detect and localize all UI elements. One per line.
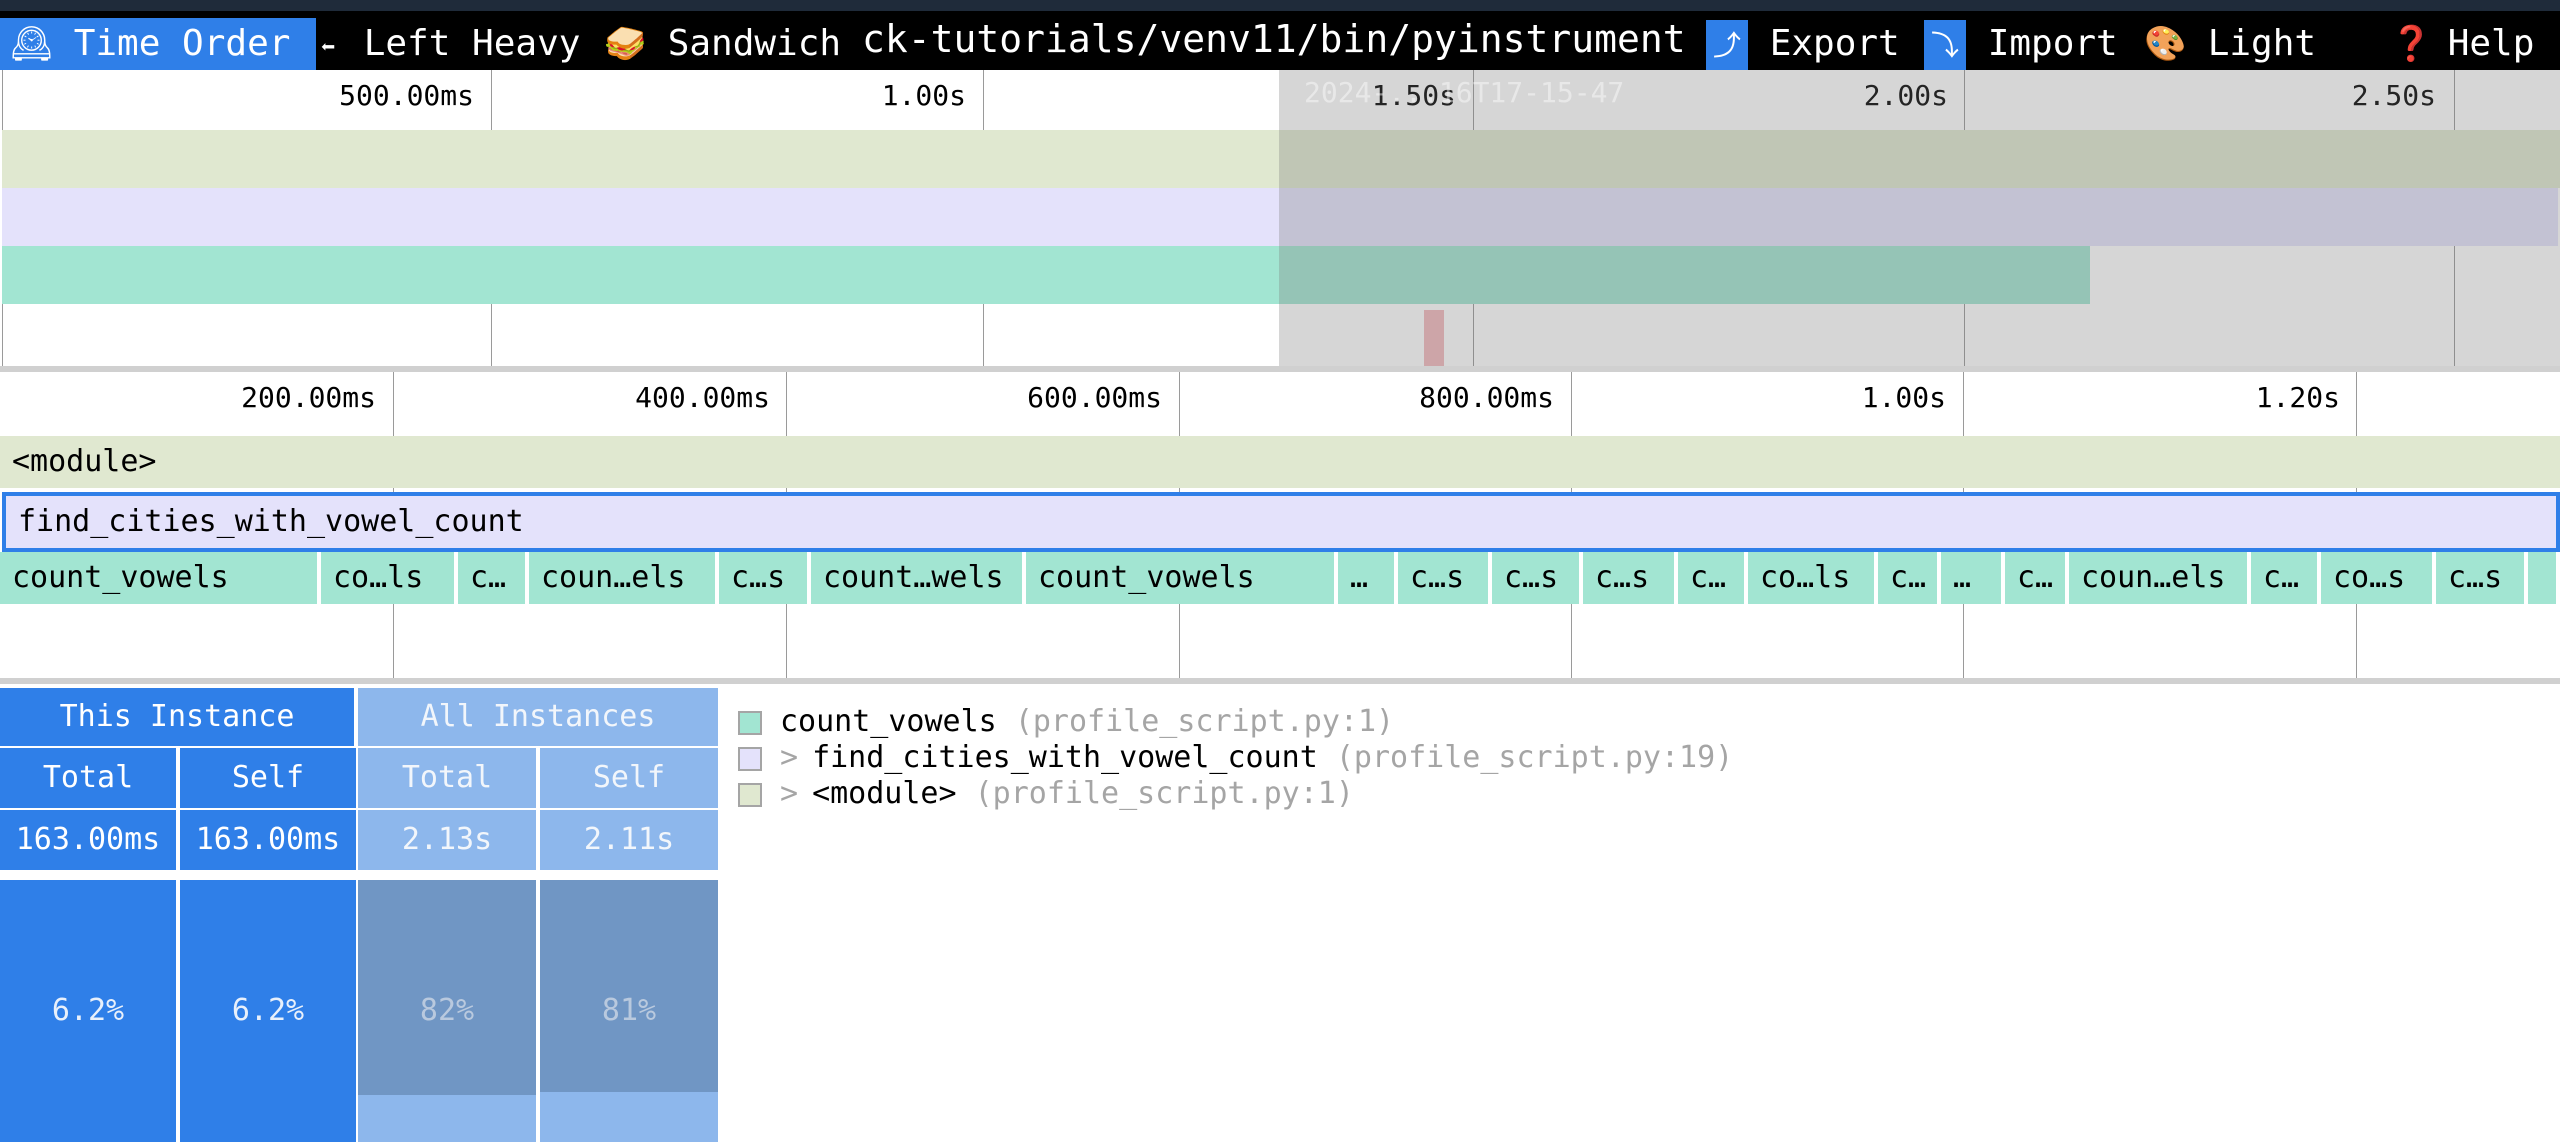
palette-icon: 🎨 xyxy=(2144,24,2187,64)
help-button[interactable]: ❓ Help xyxy=(2384,18,2560,70)
frame-count-vowels[interactable]: c…s xyxy=(1398,552,1492,604)
frame-count-vowels[interactable] xyxy=(2528,552,2560,604)
details-panel: This Instance All Instances Total Self T… xyxy=(0,684,2560,1142)
frame-count-vowels[interactable]: c…s xyxy=(719,552,811,604)
frame-count-vowels[interactable]: co…ls xyxy=(321,552,458,604)
all-total-value: 2.13s xyxy=(358,810,538,870)
frame-count-vowels[interactable]: c…s xyxy=(1583,552,1678,604)
theme-light-button[interactable]: 🎨 Light xyxy=(2138,18,2384,70)
frame-count-vowels[interactable]: c… xyxy=(2005,552,2069,604)
color-swatch xyxy=(738,711,762,735)
this-total-header: Total xyxy=(0,748,178,808)
this-instance-header: This Instance xyxy=(0,688,356,746)
frame-count-vowels[interactable]: c… xyxy=(1878,552,1941,604)
import-label: Import xyxy=(1987,23,2118,64)
import-button[interactable]: ⤵ Import xyxy=(1918,18,2136,70)
left-heavy-label: Left Heavy xyxy=(363,23,581,64)
flame-chart[interactable]: 200.00ms 400.00ms 600.00ms 800.00ms 1.00… xyxy=(0,372,2560,684)
help-label: Help xyxy=(2447,23,2535,64)
stack-file-location: (profile_script.py:1) xyxy=(974,776,1354,811)
all-instances-header: All Instances xyxy=(358,688,718,746)
detail-tick: 1.00s xyxy=(1861,381,1946,414)
frame-find-cities-selected[interactable]: find_cities_with_vowel_count xyxy=(2,492,2560,552)
all-total-percent: 82% xyxy=(419,993,475,1028)
frame-count-vowels[interactable]: c…s xyxy=(2436,552,2528,604)
color-swatch xyxy=(738,783,762,807)
frame-count-vowels[interactable]: co…ls xyxy=(1748,552,1878,604)
this-self-value: 163.00ms xyxy=(180,810,356,870)
stack-function-name: <module> xyxy=(812,776,957,811)
stack-row[interactable]: > <module> (profile_script.py:1) xyxy=(738,776,1354,812)
frame-count-vowels[interactable]: c… xyxy=(458,552,529,604)
stack-function-name: count_vowels xyxy=(780,704,997,739)
this-self-bar: 6.2% xyxy=(180,880,356,1142)
time-order-label: Time Order xyxy=(73,23,291,64)
question-icon: ❓ xyxy=(2390,24,2433,64)
stack-row[interactable]: count_vowels (profile_script.py:1) xyxy=(738,704,1394,740)
stack-file-location: (profile_script.py:19) xyxy=(1335,740,1734,775)
sandwich-icon: 🥪 xyxy=(604,24,647,64)
stack-file-location: (profile_script.py:1) xyxy=(1014,704,1395,739)
this-total-bar: 6.2% xyxy=(0,880,178,1142)
arrow-left-icon: ⬅ xyxy=(320,33,336,61)
frame-count-vowels[interactable]: co…s xyxy=(2321,552,2436,604)
toolbar: ck-tutorials/venv11/bin/pyinstrument -r … xyxy=(0,0,2560,70)
sandwich-button[interactable]: 🥪 Sandwich xyxy=(598,18,866,70)
frame-count-vowels[interactable]: count_vowels xyxy=(1026,552,1338,604)
all-total-header: Total xyxy=(358,748,538,808)
detail-tick: 600.00ms xyxy=(1027,381,1162,414)
left-heavy-button[interactable]: ⬅ Left Heavy xyxy=(308,18,600,70)
window-top-strip xyxy=(0,0,2560,11)
this-total-value: 163.00ms xyxy=(0,810,178,870)
detail-tick: 1.20s xyxy=(2255,381,2340,414)
frame-count-vowels[interactable]: c… xyxy=(1678,552,1748,604)
this-total-percent: 6.2% xyxy=(51,993,125,1028)
stack-function-name: find_cities_with_vowel_count xyxy=(812,740,1318,775)
time-order-button[interactable]: 🕰 Time Order xyxy=(0,18,316,70)
stack-row[interactable]: > find_cities_with_vowel_count (profile_s… xyxy=(738,740,1733,776)
all-self-percent: 81% xyxy=(601,993,657,1028)
sandwich-label: Sandwich xyxy=(667,23,842,64)
frame-module[interactable]: <module> xyxy=(0,436,2560,488)
profile-title: ck-tutorials/venv11/bin/pyinstrument -r xyxy=(862,17,1702,61)
theme-light-label: Light xyxy=(2207,23,2317,64)
overview-tick: 500.00ms xyxy=(339,79,474,112)
faded-timestamp: 2024-...16T17-15-47 xyxy=(1304,76,1625,109)
frame-count-vowels[interactable]: count_vowels xyxy=(0,552,321,604)
frame-count-vowels[interactable]: … xyxy=(1338,552,1398,604)
detail-tick: 400.00ms xyxy=(635,381,770,414)
all-total-bar: 82% xyxy=(358,880,538,1142)
overview-minimap[interactable]: 500.00ms 1.00s 1.50s 2.00s 2.50s 2024-..… xyxy=(0,70,2560,372)
all-self-bar: 81% xyxy=(540,880,718,1142)
frame-count-vowels[interactable]: … xyxy=(1941,552,2005,604)
frame-count-vowels[interactable]: coun…els xyxy=(529,552,719,604)
chevron-right-icon[interactable]: > xyxy=(780,740,798,775)
frame-count-vowels[interactable]: c…s xyxy=(1492,552,1583,604)
export-label: Export xyxy=(1769,23,1900,64)
chevron-right-icon[interactable]: > xyxy=(780,776,798,811)
detail-tick: 200.00ms xyxy=(241,381,376,414)
export-icon: ⤴ xyxy=(1706,20,1748,70)
import-icon: ⤵ xyxy=(1924,20,1966,70)
detail-tick: 800.00ms xyxy=(1419,381,1554,414)
all-self-value: 2.11s xyxy=(540,810,718,870)
frame-count-vowels[interactable]: count…wels xyxy=(811,552,1026,604)
color-swatch xyxy=(738,747,762,771)
this-self-header: Self xyxy=(180,748,356,808)
this-self-percent: 6.2% xyxy=(231,993,305,1028)
all-self-header: Self xyxy=(540,748,718,808)
export-button[interactable]: ⤴ Export xyxy=(1700,18,1916,70)
frame-count-vowels[interactable]: c… xyxy=(2251,552,2321,604)
overview-tick: 1.00s xyxy=(881,79,966,112)
frame-count-vowels[interactable]: coun…els xyxy=(2069,552,2251,604)
clock-icon: 🕰 xyxy=(10,24,54,64)
